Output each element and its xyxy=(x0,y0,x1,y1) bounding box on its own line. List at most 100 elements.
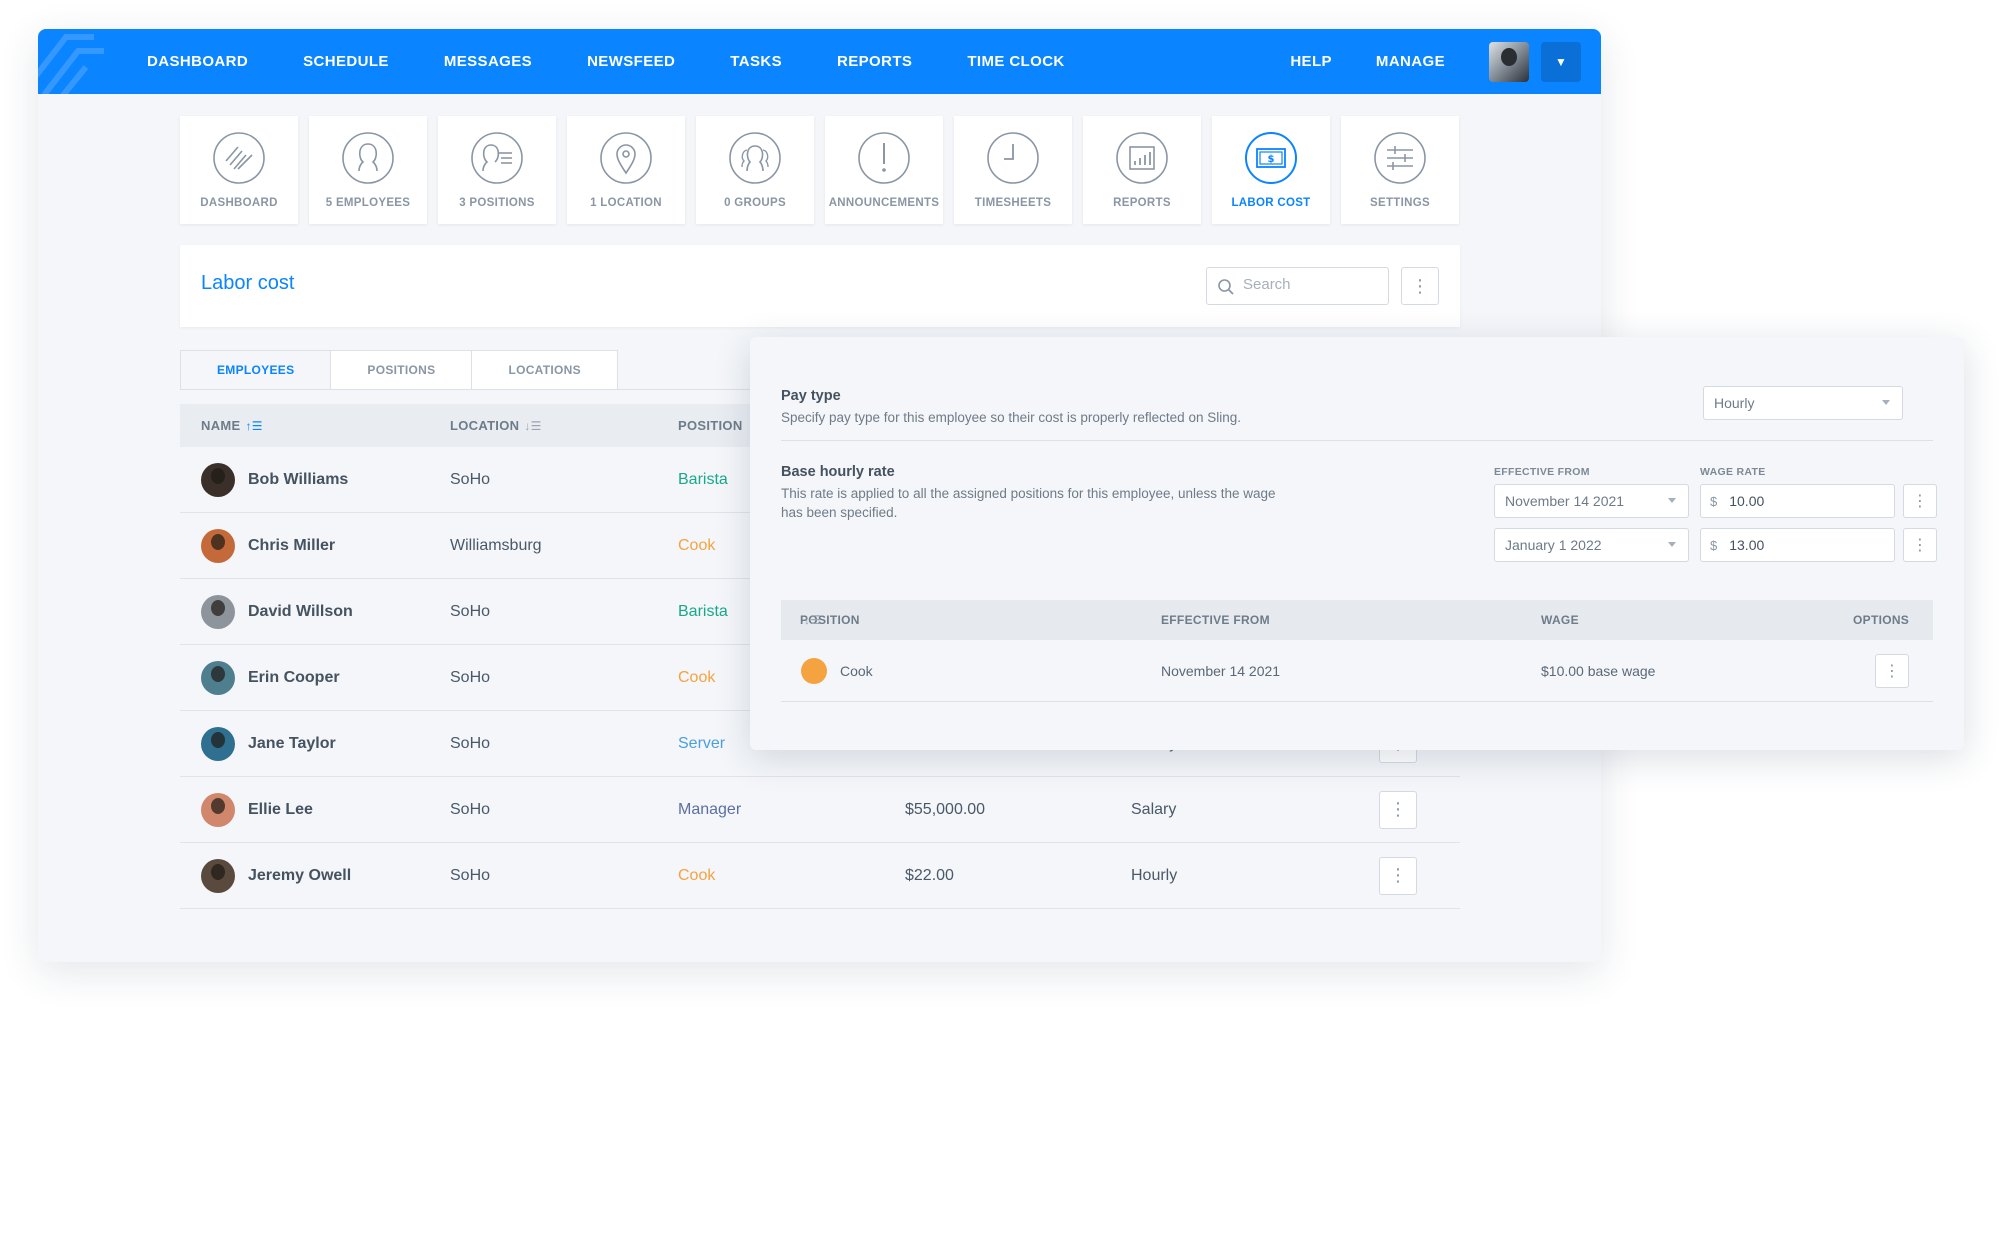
position-color-dot xyxy=(801,658,827,684)
user-menu-dropdown[interactable]: ▼ xyxy=(1541,41,1581,82)
tile-announcements[interactable]: ANNOUNCEMENTS xyxy=(825,116,943,224)
location-pin-icon xyxy=(600,132,652,184)
position-wage-row: Cook November 14 2021 $10.00 base wage ⋮ xyxy=(781,640,1933,702)
pay-type-select[interactable]: Hourly xyxy=(1703,386,1903,420)
rate-options-button-2[interactable]: ⋮ xyxy=(1903,528,1937,562)
groups-icon xyxy=(729,132,781,184)
rate-options-button-1[interactable]: ⋮ xyxy=(1903,484,1937,518)
view-tabs: EMPLOYEES POSITIONS LOCATIONS xyxy=(180,350,618,390)
tile-employees[interactable]: 5 EMPLOYEES xyxy=(309,116,427,224)
sort-descending-icon: ↓☰ xyxy=(524,419,542,433)
nav-time-clock[interactable]: TIME CLOCK xyxy=(967,53,1064,70)
employee-name[interactable]: Jane Taylor xyxy=(248,735,336,753)
employee-location: SoHo xyxy=(450,866,491,884)
nav-reports[interactable]: REPORTS xyxy=(837,53,912,70)
column-header-effective-from: EFFECTIVE FROM xyxy=(1161,613,1270,627)
tab-positions[interactable]: POSITIONS xyxy=(330,350,473,390)
report-chart-icon xyxy=(1116,132,1168,184)
nav-tasks[interactable]: TASKS xyxy=(730,53,782,70)
employee-cell: Ellie Lee xyxy=(180,792,450,827)
employee-name[interactable]: David Willson xyxy=(248,603,353,621)
search-input[interactable] xyxy=(1243,276,1383,293)
nav-help[interactable]: HELP xyxy=(1290,53,1332,70)
employee-avatar xyxy=(201,858,235,893)
employee-avatar xyxy=(201,528,235,563)
row-options-button[interactable]: ⋮ xyxy=(1379,790,1417,829)
nav-dashboard[interactable]: DASHBOARD xyxy=(147,53,248,70)
tab-employees[interactable]: EMPLOYEES xyxy=(180,350,332,390)
kebab-icon: ⋮ xyxy=(1389,799,1407,819)
employee-location: SoHo xyxy=(450,668,491,686)
employee-location: SoHo xyxy=(450,602,491,620)
nav-newsfeed[interactable]: NEWSFEED xyxy=(587,53,675,70)
employee-name[interactable]: Jeremy Owell xyxy=(248,867,351,885)
sling-logo-icon[interactable] xyxy=(38,29,108,94)
table-row[interactable]: Jeremy Owell SoHo Cook $22.00 Hourly ⋮ xyxy=(180,843,1460,909)
employee-cell: David Willson xyxy=(180,594,450,629)
effective-from-label: EFFECTIVE FROM xyxy=(1494,466,1590,478)
nav-messages[interactable]: MESSAGES xyxy=(444,53,532,70)
effective-date-select-2[interactable]: January 1 2022 xyxy=(1494,528,1689,562)
pay-type-description: Specify pay type for this employee so th… xyxy=(781,410,1241,425)
base-rate-title: Base hourly rate xyxy=(781,464,895,480)
employee-name[interactable]: Chris Miller xyxy=(248,537,335,555)
tile-groups[interactable]: 0 GROUPS xyxy=(696,116,814,224)
tile-reports[interactable]: REPORTS xyxy=(1083,116,1201,224)
top-navigation-bar: DASHBOARD SCHEDULE MESSAGES NEWSFEED TAS… xyxy=(38,29,1601,94)
employee-position: Cook xyxy=(678,866,716,884)
chevron-down-icon xyxy=(1668,542,1676,547)
tile-timesheets[interactable]: TIMESHEETS xyxy=(954,116,1072,224)
employee-cell: Bob Williams xyxy=(180,462,450,497)
chevron-down-icon xyxy=(1882,400,1890,405)
employee-name[interactable]: Bob Williams xyxy=(248,471,348,489)
chevron-down-icon xyxy=(1668,498,1676,503)
position-wage: $10.00 base wage xyxy=(1541,662,1656,679)
kebab-icon: ⋮ xyxy=(1389,865,1407,885)
tile-settings[interactable]: SETTINGS xyxy=(1341,116,1459,224)
table-row[interactable]: Ellie Lee SoHo Manager $55,000.00 Salary ⋮ xyxy=(180,777,1460,843)
wage-rate-label: WAGE RATE xyxy=(1700,466,1766,478)
clock-icon xyxy=(987,132,1039,184)
header-more-button[interactable]: ⋮ xyxy=(1401,267,1439,305)
column-header-name[interactable]: NAME ↑☰ xyxy=(180,418,450,433)
nav-manage[interactable]: MANAGE xyxy=(1376,53,1445,70)
employee-wage: $22.00 xyxy=(905,866,954,884)
currency-symbol: $ xyxy=(1710,537,1718,553)
position-effective-date: November 14 2021 xyxy=(1161,662,1281,679)
wage-rate-input-2[interactable]: $ 13.00 xyxy=(1700,528,1895,562)
search-icon xyxy=(1218,279,1234,295)
position-options-button[interactable]: ⋮ xyxy=(1875,654,1909,688)
dashboard-icon xyxy=(213,132,265,184)
column-header-location[interactable]: LOCATION ↓☰ xyxy=(450,418,678,433)
tile-labor-cost[interactable]: $ LABOR COST xyxy=(1212,116,1330,224)
section-tiles: DASHBOARD 5 EMPLOYEES 3 POSITIONS 1 LOCA… xyxy=(180,116,1470,224)
employee-position: Manager xyxy=(678,800,742,818)
tile-positions[interactable]: 3 POSITIONS xyxy=(438,116,556,224)
caret-down-icon: ▼ xyxy=(1555,54,1567,69)
page-title: Labor cost xyxy=(201,272,295,294)
tab-locations[interactable]: LOCATIONS xyxy=(471,350,618,390)
employee-cell: Jeremy Owell xyxy=(180,858,450,893)
kebab-icon: ⋮ xyxy=(1884,663,1900,680)
user-avatar[interactable] xyxy=(1489,41,1529,82)
column-header-options: OPTIONS xyxy=(1853,613,1910,627)
search-field[interactable] xyxy=(1206,267,1389,305)
employee-name[interactable]: Erin Cooper xyxy=(248,669,340,687)
employee-name[interactable]: Ellie Lee xyxy=(248,801,313,819)
page-header: Labor cost ⋮ xyxy=(180,245,1460,327)
nav-schedule[interactable]: SCHEDULE xyxy=(303,53,389,70)
effective-date-select-1[interactable]: November 14 2021 xyxy=(1494,484,1689,518)
kebab-icon: ⋮ xyxy=(1912,493,1928,510)
tile-location[interactable]: 1 LOCATION xyxy=(567,116,685,224)
money-icon: $ xyxy=(1245,132,1297,184)
employee-location: SoHo xyxy=(450,800,491,818)
row-options-cell: ⋮ xyxy=(1379,856,1439,895)
row-options-button[interactable]: ⋮ xyxy=(1379,856,1417,895)
positions-icon xyxy=(471,132,523,184)
tile-dashboard[interactable]: DASHBOARD xyxy=(180,116,298,224)
wage-rate-input-1[interactable]: $ 10.00 xyxy=(1700,484,1895,518)
sort-ascending-icon: ↑☰ xyxy=(245,418,263,433)
employee-avatar xyxy=(201,462,235,497)
employee-cell: Chris Miller xyxy=(180,528,450,563)
employee-pay-type: Hourly xyxy=(1131,866,1178,884)
